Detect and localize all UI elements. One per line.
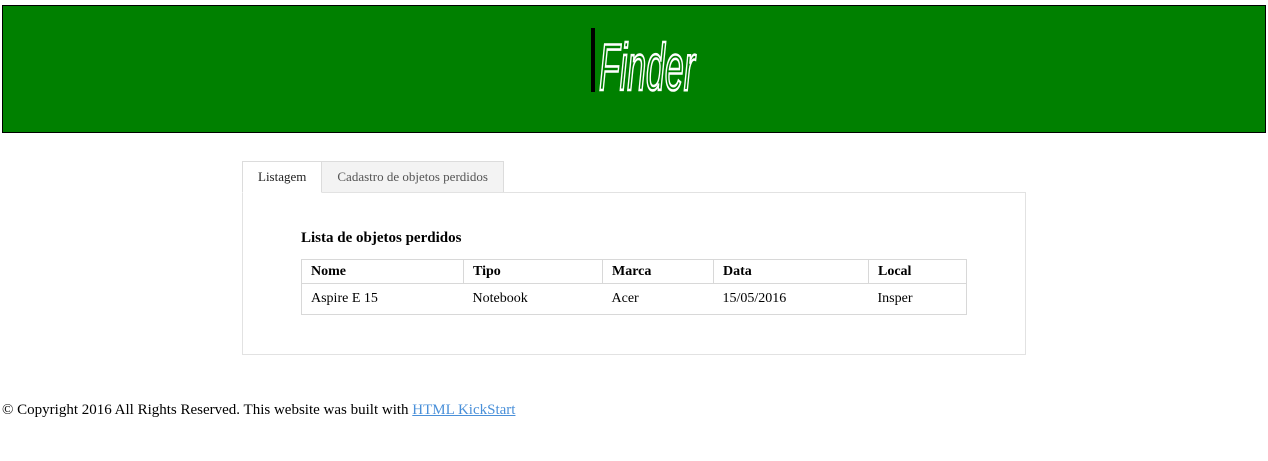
finder-logo-icon: Finder	[591, 28, 698, 105]
table-header-row: Nome Tipo Marca Data Local	[301, 259, 967, 284]
column-header-nome: Nome	[301, 259, 464, 284]
column-header-data: Data	[713, 259, 869, 284]
tab-listagem[interactable]: Listagem	[242, 161, 323, 193]
site-header: Finder	[2, 5, 1266, 133]
html-kickstart-link[interactable]: HTML KickStart	[412, 402, 515, 418]
tab-bar: Listagem Cadastro de objetos perdidos	[242, 161, 504, 193]
copyright-text: © Copyright 2016 All Rights Reserved. Th…	[2, 402, 413, 418]
logo-text: Finder	[599, 30, 697, 98]
site-footer: © Copyright 2016 All Rights Reserved. Th…	[2, 402, 515, 419]
cell-data: 15/05/2016	[713, 283, 869, 315]
cell-local: Insper	[868, 283, 967, 315]
lost-objects-table: Nome Tipo Marca Data Local Aspire E 15 N…	[301, 259, 967, 315]
column-header-tipo: Tipo	[463, 259, 603, 284]
column-header-marca: Marca	[602, 259, 714, 284]
tab-panel-listagem: Lista de objetos perdidos Nome Tipo Marc…	[242, 192, 1026, 355]
cell-marca: Acer	[602, 283, 714, 315]
column-header-local: Local	[868, 259, 967, 284]
finder-logo[interactable]: Finder	[589, 18, 701, 105]
cell-nome: Aspire E 15	[301, 283, 464, 315]
list-title: Lista de objetos perdidos	[301, 230, 462, 246]
cell-tipo: Notebook	[463, 283, 603, 315]
table-row: Aspire E 15 Notebook Acer 15/05/2016 Ins…	[301, 283, 967, 315]
tab-cadastro[interactable]: Cadastro de objetos perdidos	[321, 161, 504, 193]
